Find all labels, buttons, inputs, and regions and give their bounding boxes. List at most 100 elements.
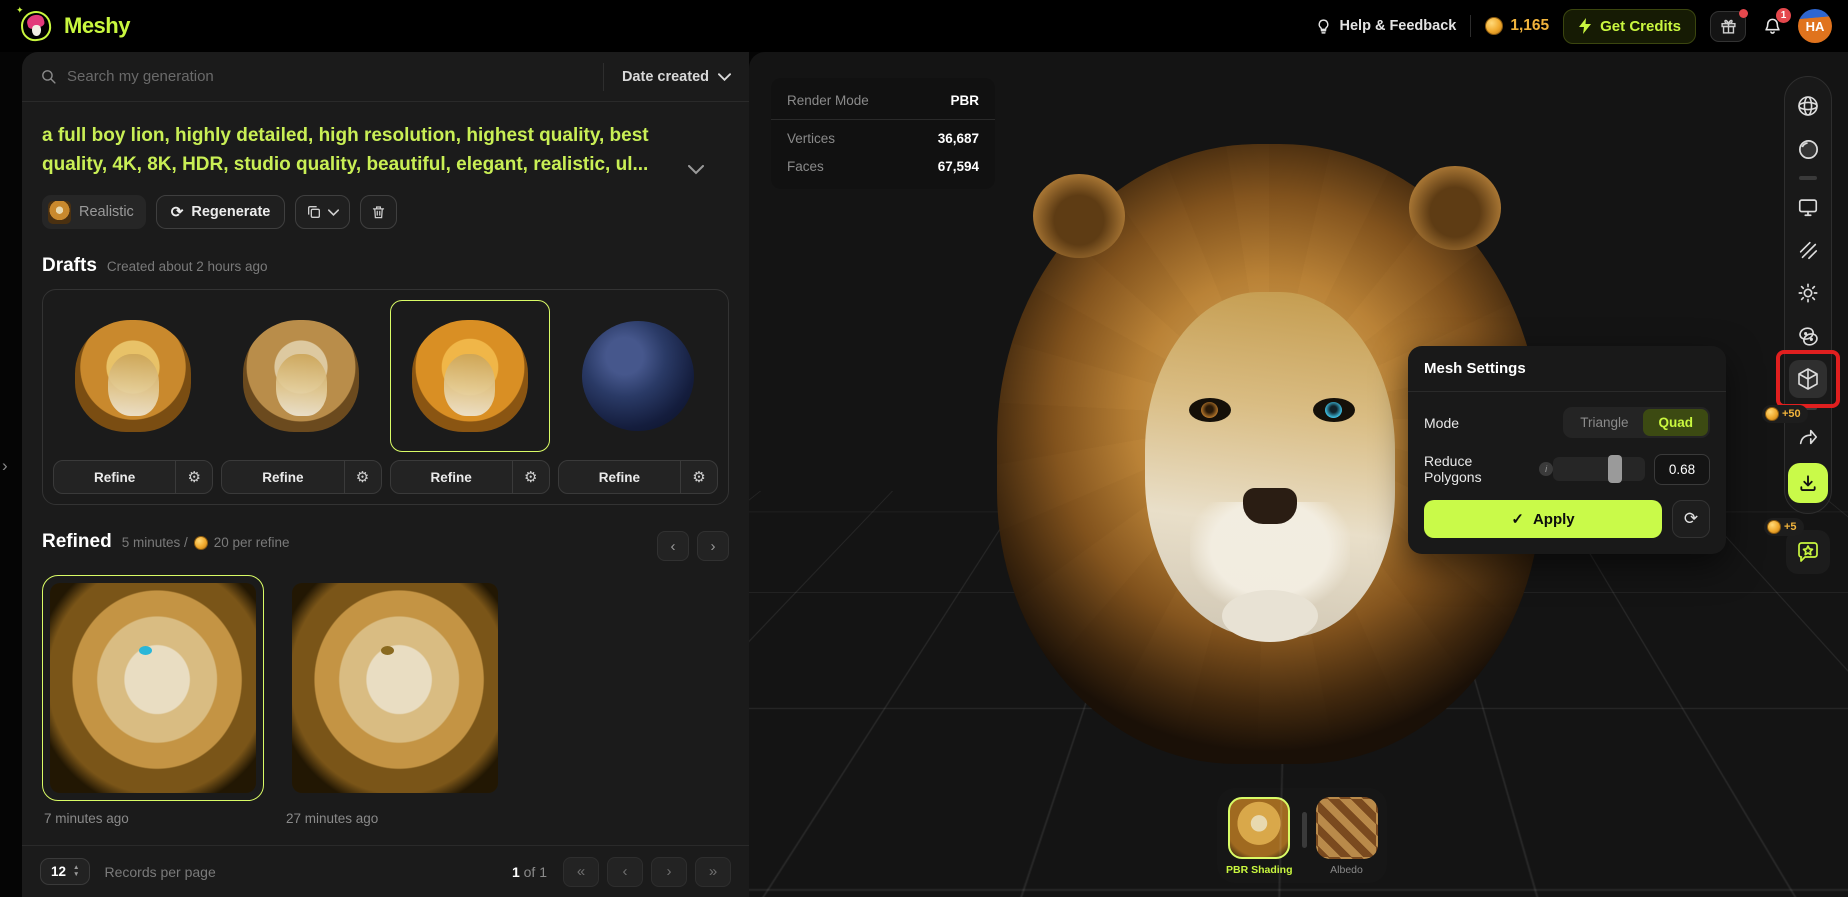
draft-thumbnail-2[interactable] [221, 300, 381, 452]
prev-page-button[interactable]: ‹ [607, 857, 643, 887]
divider [1470, 15, 1471, 37]
first-page-button[interactable]: « [563, 857, 599, 887]
display-tool[interactable] [1789, 188, 1827, 226]
draft-image-1 [75, 320, 191, 432]
albedo-option[interactable]: Albedo [1316, 797, 1378, 876]
refined-image-2 [292, 583, 498, 793]
vertices-label: Vertices [787, 131, 835, 146]
wireframe-sphere-icon [1796, 94, 1820, 118]
search-icon [40, 68, 57, 85]
download-button[interactable] [1788, 463, 1828, 503]
texture-tool[interactable] [1789, 317, 1827, 355]
delete-button[interactable] [360, 195, 397, 229]
style-tag: Realistic [42, 195, 146, 229]
sort-dropdown[interactable]: Date created [603, 63, 731, 91]
refine-settings-button[interactable]: ⚙ [345, 461, 381, 493]
reduce-polygons-value[interactable]: 0.68 [1654, 454, 1710, 485]
prompt-expand-icon[interactable] [688, 165, 704, 175]
info-icon[interactable]: i [1539, 462, 1553, 476]
refine-settings-button[interactable]: ⚙ [513, 461, 549, 493]
viewport-3d[interactable]: Render Mode PBR Vertices 36,687 Faces 67… [749, 52, 1848, 897]
monitor-icon [1797, 196, 1819, 218]
albedo-thumbnail[interactable] [1316, 797, 1378, 859]
mode-label: Mode [1424, 415, 1459, 431]
reset-button[interactable]: ⟳ [1672, 500, 1710, 538]
mesh-settings-tool-active[interactable] [1789, 360, 1827, 398]
refine-button[interactable]: Refine [222, 461, 343, 493]
pbr-thumbnail[interactable] [1228, 797, 1290, 859]
panel-collapse-handle[interactable]: › [2, 456, 8, 476]
mode-option-quad-selected[interactable]: Quad [1643, 409, 1708, 436]
rewards-button[interactable] [1710, 11, 1746, 42]
share-tool[interactable]: +50 [1789, 418, 1827, 456]
search-input[interactable] [67, 68, 593, 85]
check-icon: ✓ [1511, 512, 1524, 527]
last-page-button[interactable]: » [695, 857, 731, 887]
draft-thumbnail-1[interactable] [53, 300, 213, 452]
viewport-toolbar: +50 [1784, 76, 1832, 514]
refine-button[interactable]: Refine [391, 461, 512, 493]
refine-button[interactable]: Refine [54, 461, 175, 493]
refined-timestamp-1: 7 minutes ago [42, 811, 264, 826]
drafts-header: Drafts Created about 2 hours ago [22, 229, 749, 277]
refine-settings-button[interactable]: ⚙ [176, 461, 212, 493]
refresh-icon: ⟳ [1684, 509, 1698, 529]
slider-handle[interactable] [1608, 455, 1622, 483]
texture-bar-divider [1302, 812, 1307, 848]
gear-icon: ⚙ [692, 470, 705, 485]
brand-name: Meshy [64, 13, 130, 39]
refined-header: Refined 5 minutes / 20 per refine ‹ › [22, 505, 749, 561]
coin-icon [1765, 407, 1779, 421]
refined-prev-button[interactable]: ‹ [657, 531, 689, 561]
matcap-sphere-tool[interactable] [1789, 130, 1827, 168]
refine-cost-badge: +50 [1762, 405, 1808, 423]
vertices-value: 36,687 [938, 131, 979, 146]
refine-group-1: Refine ⚙ [53, 460, 213, 494]
mesh-settings-panel: Mesh Settings Mode Triangle Quad Reduce … [1408, 346, 1726, 554]
refined-image-1 [50, 583, 256, 793]
hatch-lines-icon [1797, 239, 1819, 261]
faces-label: Faces [787, 159, 824, 174]
copy-icon [306, 204, 322, 220]
lighting-tool[interactable] [1789, 274, 1827, 312]
refine-button[interactable]: Refine [559, 461, 680, 493]
draft-image-2 [243, 320, 359, 432]
prompt-text[interactable]: a full boy lion, highly detailed, high r… [42, 122, 678, 179]
page-size-select[interactable]: 12 ▲▼ [40, 858, 90, 885]
records-per-page-label: Records per page [104, 864, 215, 880]
trash-icon [371, 204, 386, 220]
feedback-button[interactable]: +5 [1786, 530, 1830, 574]
drafts-subtitle: Created about 2 hours ago [107, 259, 268, 274]
notifications-button[interactable]: 1 [1760, 14, 1784, 38]
refined-thumbnail-2[interactable] [284, 575, 506, 801]
draft-thumbnail-4[interactable] [558, 300, 718, 452]
meshy-logo-icon: ✦ [18, 9, 54, 43]
refined-thumbnail-1-selected[interactable] [42, 575, 264, 801]
refine-settings-button[interactable]: ⚙ [681, 461, 717, 493]
share-arrow-icon [1797, 426, 1819, 448]
refine-group-3: Refine ⚙ [390, 460, 550, 494]
mode-option-triangle[interactable]: Triangle [1565, 409, 1643, 436]
select-carets-icon: ▲▼ [73, 865, 79, 879]
credits-balance[interactable]: 1,165 [1485, 17, 1549, 35]
lightning-icon [1578, 18, 1592, 34]
get-credits-button[interactable]: Get Credits [1563, 9, 1696, 44]
copy-dropdown-button[interactable] [295, 195, 350, 229]
generations-panel: Date created a full boy lion, highly det… [22, 52, 749, 897]
pbr-shading-option[interactable]: PBR Shading [1226, 797, 1293, 876]
help-feedback-button[interactable]: Help & Feedback [1315, 18, 1457, 35]
faces-value: 67,594 [938, 159, 979, 174]
wireframe-sphere-tool[interactable] [1789, 87, 1827, 125]
gear-icon: ⚙ [524, 470, 537, 485]
next-page-button[interactable]: › [651, 857, 687, 887]
brand[interactable]: ✦ Meshy [18, 9, 130, 43]
reduce-polygons-slider[interactable] [1553, 457, 1645, 481]
matcap-sphere-icon [1797, 138, 1820, 161]
apply-button[interactable]: ✓ Apply [1424, 500, 1662, 538]
avatar[interactable]: HA [1798, 9, 1832, 43]
draft-thumbnail-3-selected[interactable] [390, 300, 550, 452]
regenerate-button[interactable]: ⟳ Regenerate [156, 195, 286, 229]
wireframe-overlay-tool[interactable] [1789, 231, 1827, 269]
refined-next-button[interactable]: › [697, 531, 729, 561]
toolbar-divider [1799, 176, 1817, 180]
